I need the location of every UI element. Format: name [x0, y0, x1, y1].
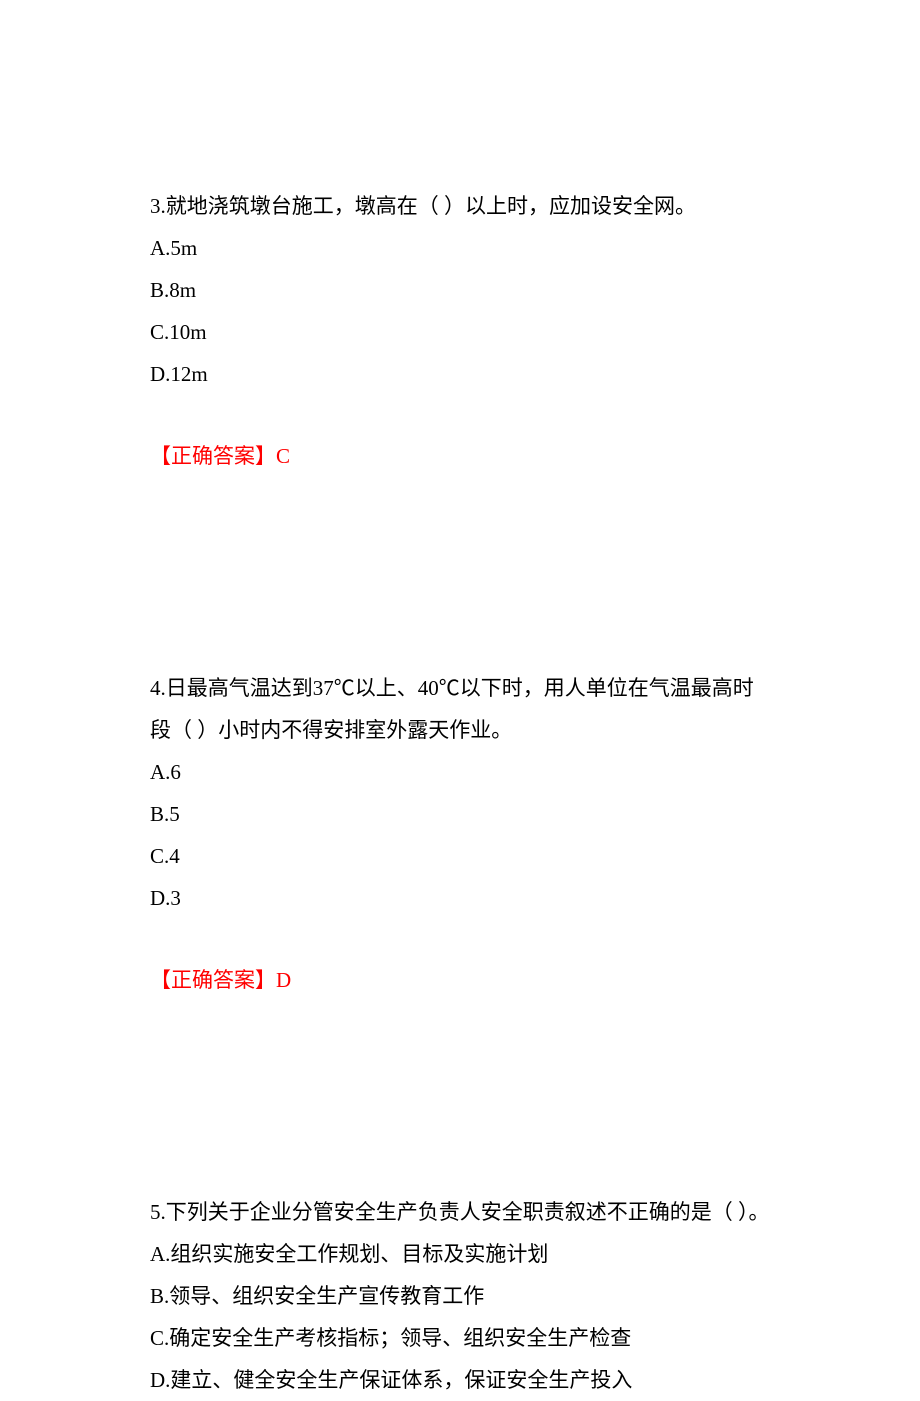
option-c: C.确定安全生产考核指标；领导、组织安全生产检查	[150, 1317, 770, 1359]
correct-answer: 【正确答案】C	[150, 435, 770, 477]
question-number: 3.	[150, 194, 166, 218]
option-d: D.12m	[150, 353, 770, 395]
option-b: B.领导、组织安全生产宣传教育工作	[150, 1275, 770, 1317]
option-b: B.8m	[150, 269, 770, 311]
option-c: C.10m	[150, 311, 770, 353]
answer-label: 【正确答案】	[150, 968, 276, 992]
option-a: A.5m	[150, 227, 770, 269]
question-body: 日最高气温达到37℃以上、40℃以下时，用人单位在气温最高时段（ ）小时内不得安…	[150, 676, 754, 742]
answer-label: 【正确答案】	[150, 444, 276, 468]
option-d: D.建立、健全安全生产保证体系，保证安全生产投入	[150, 1359, 770, 1401]
option-a: A.组织实施安全工作规划、目标及实施计划	[150, 1233, 770, 1275]
question-text: 3.就地浇筑墩台施工，墩高在（ ）以上时，应加设安全网。	[150, 185, 770, 227]
question-block-5: 5.下列关于企业分管安全生产负责人安全职责叙述不正确的是（ ）。 A.组织实施安…	[150, 1191, 770, 1401]
question-number: 5.	[150, 1200, 166, 1224]
option-c: C.4	[150, 835, 770, 877]
answer-value: D	[276, 968, 291, 992]
answer-value: C	[276, 444, 290, 468]
question-block-4: 4.日最高气温达到37℃以上、40℃以下时，用人单位在气温最高时段（ ）小时内不…	[150, 667, 770, 1001]
option-d: D.3	[150, 877, 770, 919]
question-body: 下列关于企业分管安全生产负责人安全职责叙述不正确的是（ ）。	[166, 1200, 770, 1224]
question-body: 就地浇筑墩台施工，墩高在（ ）以上时，应加设安全网。	[166, 194, 696, 218]
spacer	[150, 557, 770, 667]
question-number: 4.	[150, 676, 166, 700]
correct-answer: 【正确答案】D	[150, 959, 770, 1001]
option-b: B.5	[150, 793, 770, 835]
question-text: 5.下列关于企业分管安全生产负责人安全职责叙述不正确的是（ ）。	[150, 1191, 770, 1233]
question-text: 4.日最高气温达到37℃以上、40℃以下时，用人单位在气温最高时段（ ）小时内不…	[150, 667, 770, 751]
spacer	[150, 1081, 770, 1191]
option-a: A.6	[150, 751, 770, 793]
question-block-3: 3.就地浇筑墩台施工，墩高在（ ）以上时，应加设安全网。 A.5m B.8m C…	[150, 185, 770, 477]
